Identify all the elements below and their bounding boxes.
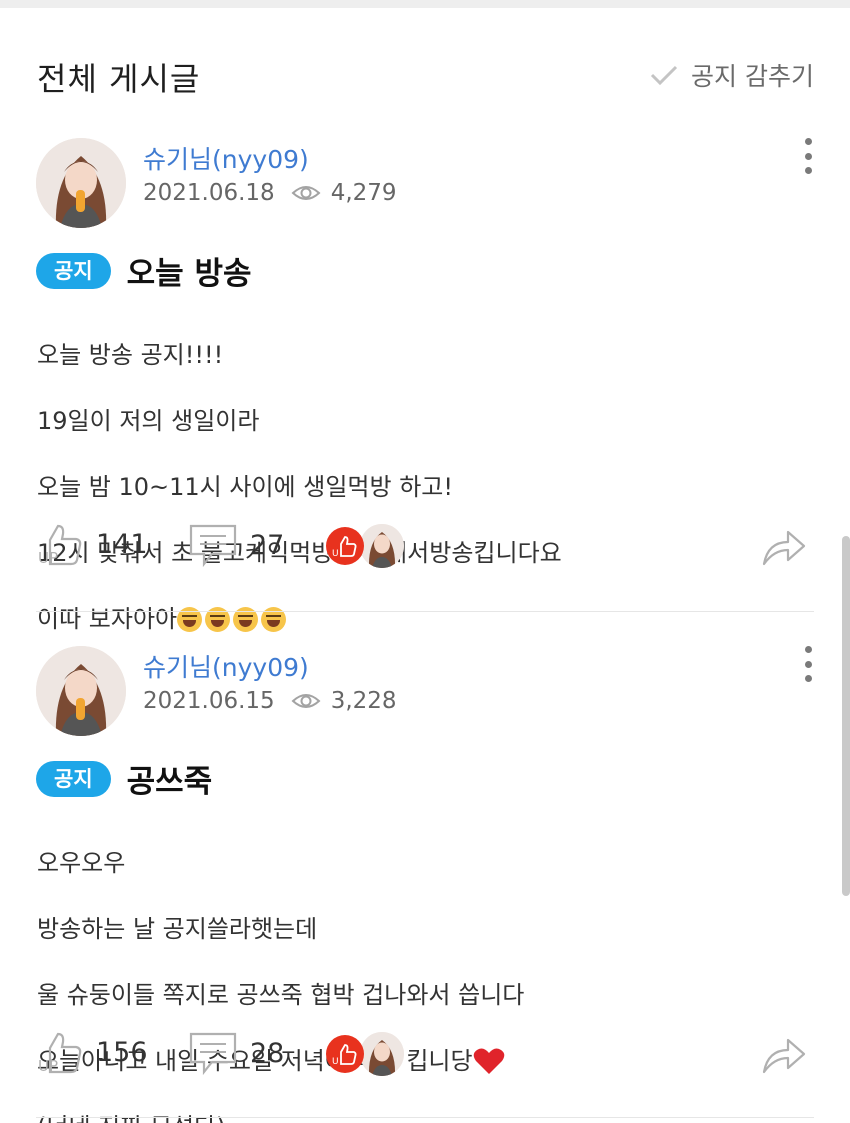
svg-text:UP: UP [38, 1057, 58, 1074]
view-count: 3,228 [330, 688, 397, 714]
author-name[interactable]: 슈기님(nyy09) [143, 648, 309, 684]
post-meta: 2021.06.15 3,228 [143, 688, 397, 714]
post-title[interactable]: 오늘 방송 [127, 248, 252, 293]
thumbs-up-icon: UP [38, 1032, 82, 1074]
body-line: 오우오우 [37, 849, 126, 877]
like-count: 141 [96, 528, 148, 560]
svg-text:U: U [332, 1057, 339, 1065]
body-line: 19일이 저의 생일이라 [37, 407, 260, 435]
body-line-last: 이따 보자아아 [37, 603, 817, 636]
post-divider [36, 611, 814, 612]
post-title[interactable]: 공쓰죽 [127, 756, 213, 801]
scrollbar[interactable] [842, 536, 850, 896]
thumbs-up-icon: U [326, 527, 364, 565]
likers-preview[interactable]: U [326, 1032, 404, 1076]
comment-button[interactable]: 28 [188, 1030, 284, 1076]
post-divider [36, 1117, 814, 1118]
comment-button[interactable]: 27 [188, 522, 284, 568]
body-line: 오늘 밤 10~11시 사이에 생일먹방 하고! [37, 473, 453, 501]
likers-preview[interactable]: U [326, 524, 404, 568]
post-actions: UP 141 27 U [36, 522, 814, 574]
share-arrow-icon[interactable] [760, 1032, 808, 1076]
body-line: 울 슈둥이들 쪽지로 공쓰죽 협박 겁나와서 씁니다 [37, 981, 525, 1009]
avatar[interactable] [36, 138, 126, 228]
body-line: 방송하는 날 공지쓸라햇는데 [37, 915, 318, 943]
body-line: 이따 보자아아 [37, 605, 178, 633]
thumbs-up-icon: U [326, 1035, 364, 1073]
body-line: 오늘 방송 공지!!!! [37, 341, 224, 369]
post-meta: 2021.06.18 4,279 [143, 180, 397, 206]
thumbs-up-icon: UP [38, 524, 82, 566]
more-vertical-icon[interactable] [798, 646, 818, 682]
eye-icon [291, 694, 321, 708]
avatar[interactable] [36, 646, 126, 736]
comment-count: 28 [250, 1037, 285, 1069]
comment-count: 27 [250, 529, 285, 561]
view-count: 4,279 [330, 180, 397, 206]
post-date: 2021.06.18 [143, 180, 275, 206]
hide-notice-label: 공지 감추기 [691, 62, 814, 91]
svg-text:UP: UP [38, 549, 58, 566]
notice-badge: 공지 [36, 760, 111, 797]
svg-text:U: U [332, 549, 339, 557]
post-actions: UP 156 28 U [36, 1030, 814, 1082]
eye-icon [291, 186, 321, 200]
like-button[interactable]: UP 156 [36, 1030, 148, 1074]
avatar [360, 524, 404, 568]
board-header: 전체 게시글 공지 감추기 [0, 40, 850, 106]
author-name[interactable]: 슈기님(nyy09) [143, 140, 309, 176]
post-date: 2021.06.15 [143, 688, 275, 714]
like-button[interactable]: UP 141 [36, 522, 148, 566]
comment-icon [189, 524, 237, 568]
comment-icon [189, 1032, 237, 1076]
more-vertical-icon[interactable] [798, 138, 818, 174]
page-title: 전체 게시글 [37, 60, 201, 98]
hide-notice-toggle[interactable]: 공지 감추기 [649, 57, 814, 93]
share-arrow-icon[interactable] [760, 524, 808, 568]
post-title-row[interactable]: 공지 오늘 방송 [36, 248, 252, 293]
post-title-row[interactable]: 공지 공쓰죽 [36, 756, 212, 801]
post-body[interactable]: 오늘 방송 공지!!!! 19일이 저의 생일이라 오늘 밤 10~11시 사이… [37, 306, 817, 669]
like-count: 156 [96, 1036, 148, 1068]
notice-badge: 공지 [36, 252, 111, 289]
top-strip [0, 0, 850, 8]
check-icon [650, 65, 678, 86]
avatar [360, 1032, 404, 1076]
